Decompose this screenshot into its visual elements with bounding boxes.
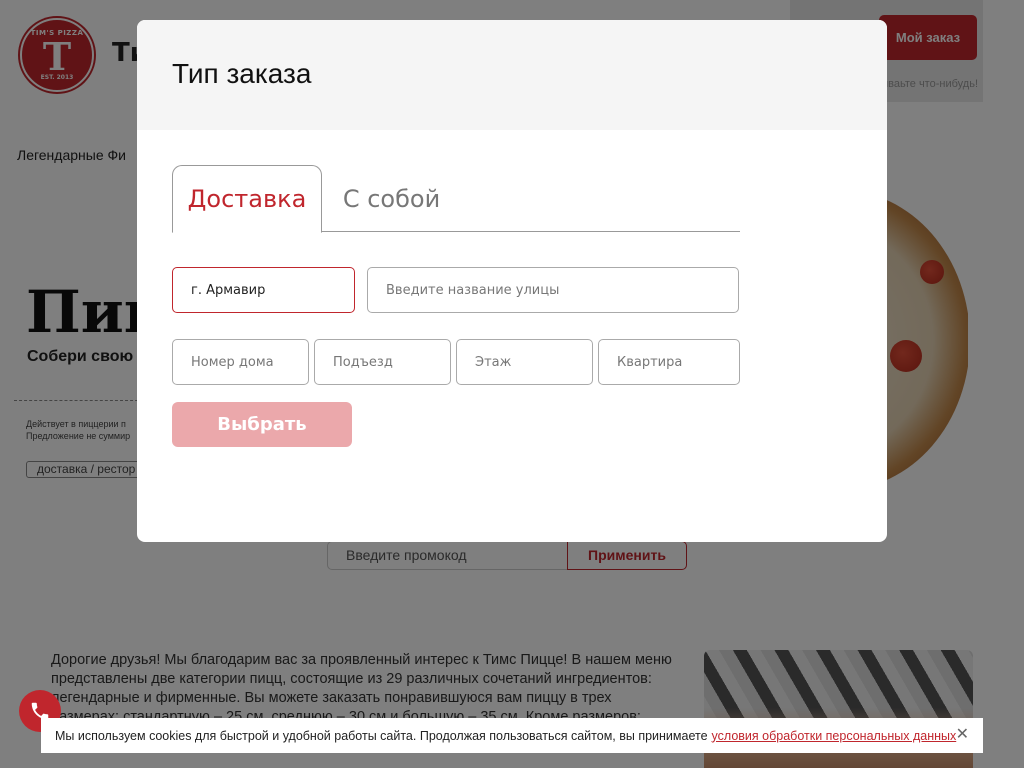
close-icon[interactable]: ✕ (956, 726, 969, 744)
tab-pickup[interactable]: С собой (324, 165, 459, 232)
order-type-modal: Тип заказа Доставка С собой г. Армавир В… (137, 20, 887, 542)
cookie-banner: Мы используем cookies для быстрой и удоб… (41, 718, 983, 753)
entrance-input[interactable]: Подъезд (314, 339, 451, 385)
tab-delivery[interactable]: Доставка (172, 165, 322, 233)
select-button[interactable]: Выбрать (172, 402, 352, 447)
street-input[interactable]: Введите название улицы (367, 267, 739, 313)
modal-header: Тип заказа (137, 20, 887, 130)
cookie-text: Мы используем cookies для быстрой и удоб… (55, 728, 708, 743)
apartment-input[interactable]: Квартира (598, 339, 740, 385)
floor-input[interactable]: Этаж (456, 339, 593, 385)
modal-title: Тип заказа (172, 58, 312, 89)
house-number-input[interactable]: Номер дома (172, 339, 309, 385)
order-type-tabs: Доставка С собой (172, 165, 740, 233)
cookie-policy-link[interactable]: условия обработки персональных данных (712, 729, 957, 743)
city-select[interactable]: г. Армавир (172, 267, 355, 313)
